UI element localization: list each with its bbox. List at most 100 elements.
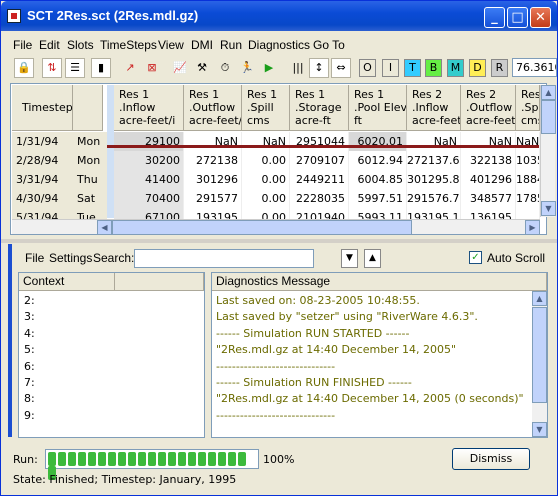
log-menu-file[interactable]: File bbox=[25, 251, 44, 265]
flag-t-button[interactable]: T bbox=[404, 59, 421, 77]
fit-width-icon[interactable]: ⇔ bbox=[331, 58, 351, 78]
close-button[interactable]: ✕ bbox=[530, 7, 551, 28]
scroll-left-arrow-icon[interactable]: ◀ bbox=[97, 220, 112, 235]
table-cell[interactable]: NaN bbox=[184, 132, 242, 151]
column-header[interactable]: Res 1 .Storage acre-ft bbox=[290, 85, 349, 131]
sort-icon[interactable]: ⇅ bbox=[42, 58, 62, 78]
scroll-down-arrow-icon[interactable]: ▼ bbox=[541, 201, 556, 216]
menu-dmi[interactable]: DMI bbox=[191, 38, 213, 52]
diag-scroll-down-icon[interactable]: ▼ bbox=[532, 422, 547, 437]
menu-view[interactable]: View bbox=[158, 38, 184, 52]
menu-slots[interactable]: Slots bbox=[67, 38, 94, 52]
diag-scroll-thumb[interactable] bbox=[532, 307, 547, 403]
timestep-header[interactable]: Timestep bbox=[12, 85, 73, 131]
table-cell[interactable]: 2449211 bbox=[290, 170, 349, 189]
splitter[interactable] bbox=[1, 239, 557, 243]
flag-b-button[interactable]: B bbox=[425, 59, 442, 77]
columns-icon[interactable]: ||| bbox=[288, 58, 308, 78]
title-bar[interactable]: SCT 2Res.sct (2Res.mdl.gz) _ □ ✕ bbox=[1, 1, 557, 31]
runner-icon[interactable]: 🏃 bbox=[237, 58, 257, 78]
find-next-down-icon[interactable]: ▼ bbox=[341, 249, 358, 268]
column-header[interactable]: Res 1 .Outflow acre-feet/i bbox=[184, 85, 242, 131]
column-header[interactable]: Res.Spicms bbox=[516, 85, 540, 131]
table-cell[interactable]: 291576.75 bbox=[407, 189, 461, 208]
scroll-right-arrow-icon[interactable]: ▶ bbox=[525, 220, 540, 235]
table-cell[interactable]: NaN bbox=[407, 132, 461, 151]
find-next-up-icon[interactable]: ▲ bbox=[364, 249, 381, 268]
flag-i-button[interactable]: I bbox=[382, 59, 399, 77]
scroll-up-arrow-icon[interactable]: ▲ bbox=[541, 85, 556, 100]
column-header[interactable]: Res 1 .Spill cms bbox=[242, 85, 290, 131]
scroll-thumb[interactable] bbox=[541, 100, 556, 134]
row-date[interactable]: 4/30/94 bbox=[12, 189, 73, 208]
diag-scrollbar[interactable]: ▲ ▼ bbox=[532, 291, 547, 437]
column-icon[interactable]: ▮ bbox=[91, 58, 111, 78]
diag-scroll-up-icon[interactable]: ▲ bbox=[532, 291, 547, 306]
table-cell[interactable]: NaN bbox=[516, 132, 540, 151]
column-header[interactable]: Res 1 .Inflow acre-feet/i bbox=[114, 85, 184, 131]
table-cell[interactable]: 70400 bbox=[114, 189, 184, 208]
menu-timesteps[interactable]: TimeSteps bbox=[100, 38, 157, 52]
table-cell[interactable]: 2951044 bbox=[290, 132, 349, 151]
row-date[interactable]: 3/31/94 bbox=[12, 170, 73, 189]
close-object-icon[interactable]: ⊠ bbox=[142, 58, 162, 78]
rows-icon[interactable]: ☰ bbox=[65, 58, 85, 78]
context-header[interactable]: Context bbox=[19, 273, 115, 291]
table-cell[interactable]: NaN bbox=[461, 132, 516, 151]
flag-d-button[interactable]: D bbox=[469, 59, 486, 77]
table-cell[interactable]: 6020.01 bbox=[349, 132, 407, 151]
column-header[interactable]: Res 1 .Pool Elev ft bbox=[349, 85, 407, 131]
open-object-icon[interactable]: ↗ bbox=[120, 58, 140, 78]
table-cell[interactable]: 41400 bbox=[114, 170, 184, 189]
table-cell[interactable]: 5997.51 bbox=[349, 189, 407, 208]
table-cell[interactable]: 0.00 bbox=[242, 189, 290, 208]
table-cell[interactable]: 6012.94 bbox=[349, 151, 407, 170]
flag-o-button[interactable]: O bbox=[359, 59, 376, 77]
vertical-scrollbar[interactable]: ▲ ▼ bbox=[540, 85, 556, 217]
timer-icon[interactable]: ⏱ bbox=[215, 58, 235, 78]
plot-icon[interactable]: 📈 bbox=[170, 58, 190, 78]
table-cell[interactable]: 0.00 bbox=[242, 151, 290, 170]
flag-r-button[interactable]: R bbox=[491, 59, 508, 77]
hscroll-thumb[interactable] bbox=[112, 220, 412, 235]
row-date[interactable]: 1/31/94 bbox=[12, 132, 73, 151]
table-cell[interactable]: 291577 bbox=[184, 189, 242, 208]
table-cell[interactable]: 272138 bbox=[184, 151, 242, 170]
menu-diagnostics[interactable]: Diagnostics bbox=[248, 38, 310, 52]
horizontal-scrollbar[interactable]: ◀ ▶ bbox=[12, 219, 540, 235]
tools-icon[interactable]: ⚒ bbox=[192, 58, 212, 78]
table-cell[interactable]: 0.00 bbox=[242, 170, 290, 189]
table-cell[interactable]: NaN bbox=[242, 132, 290, 151]
table-cell[interactable]: 272137.63 bbox=[407, 151, 461, 170]
table-cell[interactable]: 301296 bbox=[184, 170, 242, 189]
table-cell[interactable]: 2228035 bbox=[290, 189, 349, 208]
fit-height-icon[interactable]: ↕ bbox=[309, 58, 329, 78]
table-cell[interactable]: 6004.85 bbox=[349, 170, 407, 189]
table-cell[interactable]: 348577 bbox=[461, 189, 516, 208]
play-icon[interactable]: ▶ bbox=[259, 58, 279, 78]
menu-goto[interactable]: Go To bbox=[313, 38, 345, 52]
check-icon[interactable]: ✓ bbox=[469, 251, 482, 264]
table-cell[interactable]: 2709107 bbox=[290, 151, 349, 170]
slot-table[interactable]: Timestep Res 1 .Inflow acre-feet/i Res 1 .Ou… bbox=[10, 83, 556, 235]
table-cell[interactable]: 1884 bbox=[516, 170, 540, 189]
column-header[interactable]: Res 2.Inflowacre-feet/i bbox=[407, 85, 461, 131]
row-date[interactable]: 2/28/94 bbox=[12, 151, 73, 170]
table-cell[interactable]: 30200 bbox=[114, 151, 184, 170]
menu-file[interactable]: File bbox=[13, 38, 32, 52]
flag-m-button[interactable]: M bbox=[447, 59, 464, 77]
context-panel[interactable]: Context 2: 3: 4: 5: 6: 7: 8: 9: bbox=[18, 272, 205, 438]
menu-run[interactable]: Run bbox=[220, 38, 242, 52]
table-cell[interactable]: 29100 bbox=[114, 132, 184, 151]
table-cell[interactable]: 1785 bbox=[516, 189, 540, 208]
table-cell[interactable]: 322138 bbox=[461, 151, 516, 170]
maximize-button[interactable]: □ bbox=[507, 7, 528, 28]
log-menu-settings[interactable]: Settings bbox=[49, 251, 92, 265]
diagnostics-panel[interactable]: Diagnostics Message Last saved on: 08-23… bbox=[211, 272, 548, 438]
table-cell[interactable]: 301295.81 bbox=[407, 170, 461, 189]
dismiss-button[interactable]: Dismiss bbox=[452, 448, 530, 470]
diagnostics-header[interactable]: Diagnostics Message bbox=[212, 273, 547, 291]
search-input[interactable] bbox=[134, 249, 314, 268]
table-cell[interactable]: 401296 bbox=[461, 170, 516, 189]
table-cell[interactable]: 1035 bbox=[516, 151, 540, 170]
